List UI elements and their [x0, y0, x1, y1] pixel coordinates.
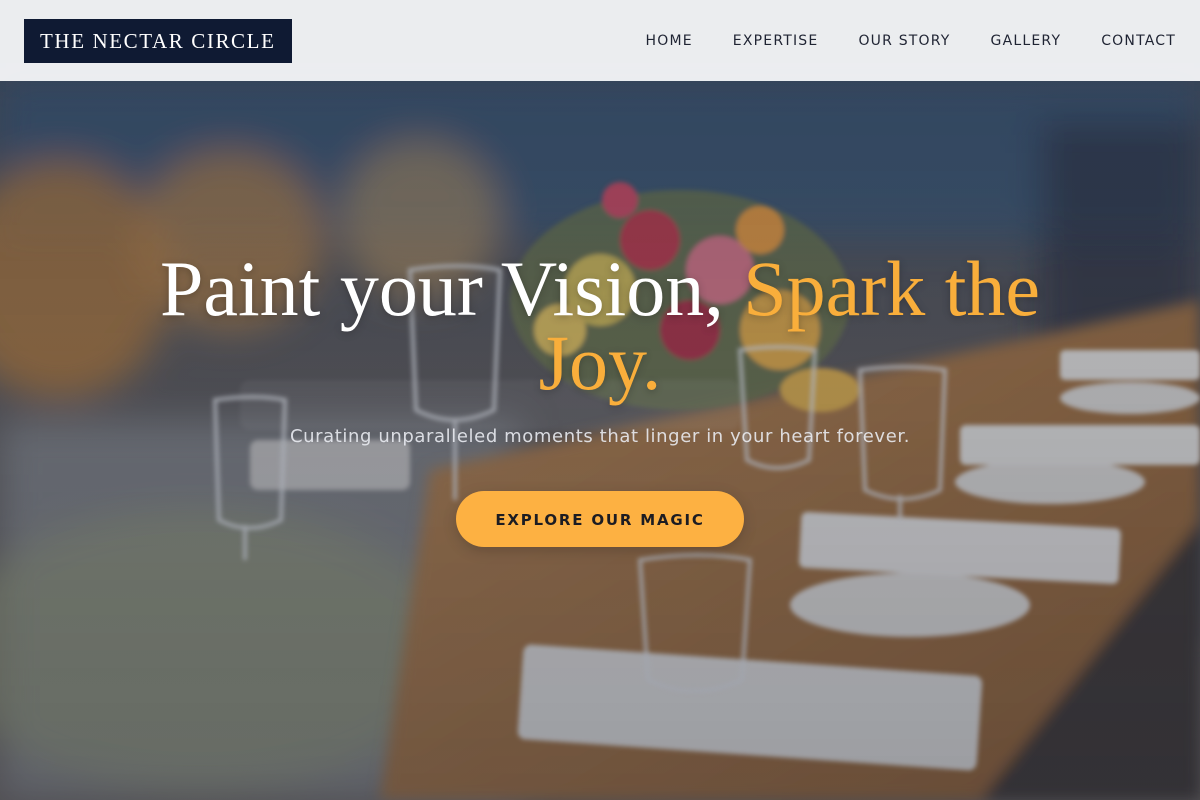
nav-home-link[interactable]: HOME: [646, 33, 693, 49]
nav-gallery-link[interactable]: GALLERY: [991, 33, 1062, 49]
hero-content: Paint your Vision, Spark the Joy. Curati…: [0, 250, 1200, 547]
nav-expertise-link[interactable]: EXPERTISE: [733, 33, 819, 49]
nav-contact-link[interactable]: CONTACT: [1101, 33, 1176, 49]
site-header: THE NECTAR CIRCLE HOME EXPERTISE OUR STO…: [0, 0, 1200, 81]
nav-our-story-link[interactable]: OUR STORY: [858, 33, 950, 49]
brand-logo[interactable]: THE NECTAR CIRCLE: [24, 18, 292, 63]
explore-magic-button[interactable]: EXPLORE OUR MAGIC: [456, 491, 744, 547]
hero-headline: Paint your Vision, Spark the Joy.: [150, 250, 1050, 402]
main-nav: HOME EXPERTISE OUR STORY GALLERY CONTACT: [646, 33, 1176, 49]
hero-subtitle: Curating unparalleled moments that linge…: [289, 426, 911, 447]
